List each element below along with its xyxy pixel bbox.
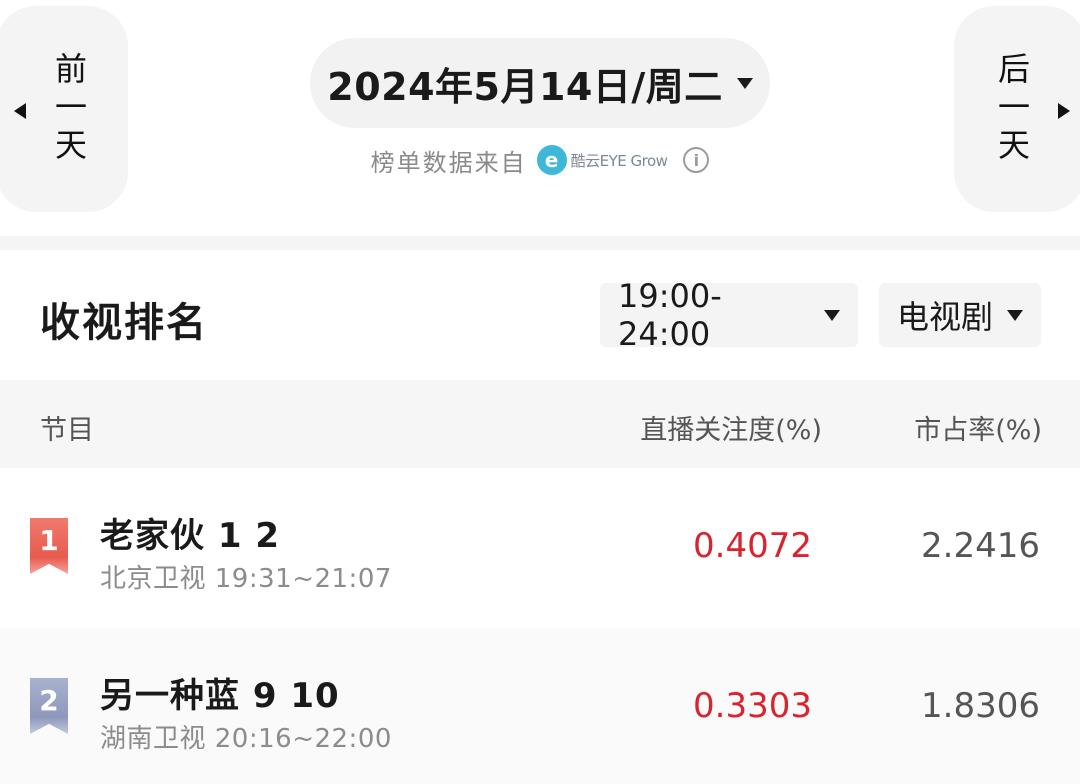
column-header-share: 市占率(%) — [914, 415, 1042, 446]
brand-name: 酷云EYE Grow — [570, 151, 668, 170]
time-range-dropdown[interactable]: 19:00-24:00 — [600, 277, 858, 353]
next-day-label: 后一天 — [993, 52, 1031, 166]
rating-value: 0.3303 — [693, 686, 812, 726]
date-header: 前一天 2024年5月14日/周二 榜单数据来自 e 酷云EYE Grow i … — [0, 0, 1080, 236]
category-value: 电视剧 — [897, 298, 994, 336]
time-range-value: 19:00-24:00 — [618, 277, 722, 353]
rank-badge: 1 — [30, 518, 68, 574]
table-row[interactable]: 2 另一种蓝 9 10 湖南卫视 20:16~22:00 0.3303 1.83… — [0, 628, 1080, 784]
table-row[interactable]: 1 老家伙 1 2 北京卫视 19:31~21:07 0.4072 2.2416 — [0, 468, 1080, 624]
source-label: 榜单数据来自 — [370, 148, 527, 177]
date-selector[interactable]: 2024年5月14日/周二 — [310, 38, 770, 128]
caret-down-icon — [824, 309, 840, 321]
date-label: 2024年5月14日/周二 — [327, 64, 723, 109]
ratings-card: 收视排名 19:00-24:00 电视剧 节目 直播关注度(%) 市占率(%) … — [0, 250, 1080, 784]
brand-logo: e 酷云EYE Grow — [536, 145, 668, 175]
show-channel-time: 北京卫视 19:31~21:07 — [100, 564, 392, 594]
table-header: 节目 直播关注度(%) 市占率(%) — [0, 380, 1080, 468]
column-header-rating: 直播关注度(%) — [640, 415, 822, 446]
prev-day-button[interactable]: 前一天 — [0, 6, 128, 212]
caret-down-icon — [1007, 309, 1023, 321]
rank-badge: 2 — [30, 678, 68, 734]
category-dropdown[interactable]: 电视剧 — [879, 283, 1041, 347]
share-value: 1.8306 — [921, 686, 1040, 726]
data-source-row: 榜单数据来自 e 酷云EYE Grow i — [0, 140, 1080, 180]
brand-mark-icon: e — [536, 145, 567, 175]
show-name: 另一种蓝 9 10 — [100, 676, 340, 716]
triangle-right-icon — [1058, 103, 1070, 119]
show-name: 老家伙 1 2 — [100, 516, 280, 556]
info-icon[interactable]: i — [683, 147, 710, 173]
section-title: 收视排名 — [40, 300, 208, 346]
rating-value: 0.4072 — [693, 526, 812, 566]
column-header-program: 节目 — [40, 415, 94, 446]
triangle-left-icon — [14, 103, 26, 119]
caret-down-icon — [736, 77, 753, 89]
share-value: 2.2416 — [921, 526, 1040, 566]
show-channel-time: 湖南卫视 20:16~22:00 — [100, 724, 392, 754]
next-day-button[interactable]: 后一天 — [954, 6, 1080, 212]
